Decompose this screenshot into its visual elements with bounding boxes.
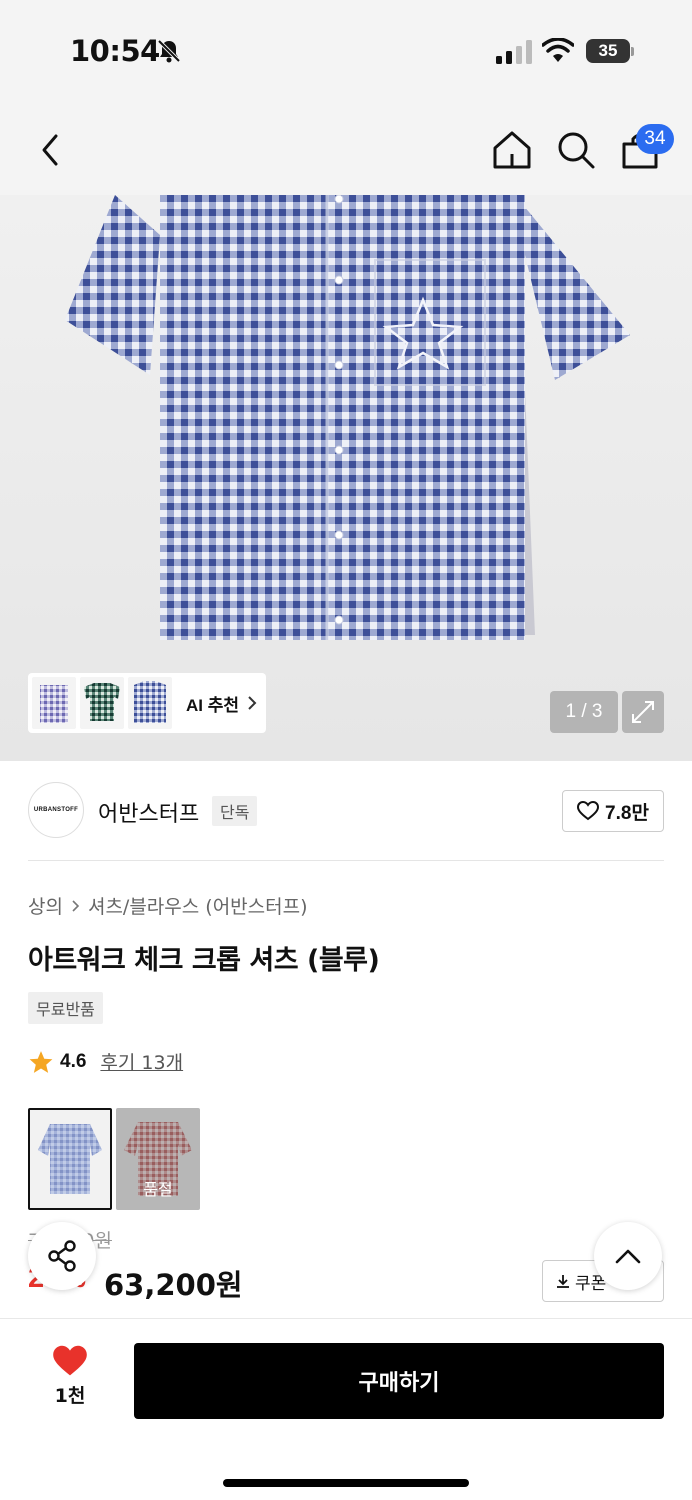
heart-filled-icon xyxy=(53,1345,87,1376)
signal-icon xyxy=(496,40,532,64)
product-title: 아트워크 체크 크롭 셔츠 (블루) xyxy=(28,945,380,976)
search-icon[interactable] xyxy=(554,128,598,172)
expand-button[interactable] xyxy=(622,691,664,733)
brand-like-button[interactable]: 7.8만 xyxy=(562,790,664,832)
brand-like-count: 7.8만 xyxy=(605,802,649,824)
status-bar: 10:54 35 xyxy=(0,0,692,100)
product-image-gallery[interactable]: AI 추천 1 / 3 xyxy=(0,195,692,761)
review-link[interactable]: 후기 13개 xyxy=(100,1048,183,1075)
star-icon xyxy=(29,1050,53,1073)
expand-icon xyxy=(632,701,654,723)
divider xyxy=(28,860,664,861)
brand-row[interactable]: URBANSTOFF 어반스터프 단독 7.8만 xyxy=(28,782,664,840)
home-indicator xyxy=(223,1479,469,1487)
scroll-top-button[interactable] xyxy=(594,1222,662,1290)
back-arrow-icon[interactable] xyxy=(30,128,74,172)
free-return-badge: 무료반품 xyxy=(28,992,103,1024)
share-button[interactable] xyxy=(28,1222,96,1290)
ai-recommend-label: AI 추천 xyxy=(186,695,240,715)
heart-outline-icon xyxy=(577,801,600,821)
top-nav: 34 xyxy=(0,100,692,200)
wifi-icon xyxy=(542,38,574,62)
brand-logo[interactable]: URBANSTOFF xyxy=(28,782,84,838)
ai-recommend-link[interactable]: AI 추천 xyxy=(186,691,257,716)
rating-value: 4.6 xyxy=(60,1050,87,1072)
exclusive-tag: 단독 xyxy=(212,796,258,826)
battery-icon: 35 xyxy=(586,38,634,64)
bell-off-icon xyxy=(157,39,181,63)
cart-count-badge: 34 xyxy=(636,124,674,154)
breadcrumb-item-subcategory[interactable]: 셔츠/블라우스 (어반스터프) xyxy=(88,892,308,919)
chevron-right-icon xyxy=(72,899,80,912)
status-time: 10:54 xyxy=(70,34,160,68)
wishlist-count: 1천 xyxy=(54,1385,86,1407)
soldout-label: 품절 xyxy=(143,1180,173,1199)
rating-row: 4.6 후기 13개 xyxy=(28,1048,183,1075)
ai-recommendation-strip[interactable]: AI 추천 xyxy=(28,673,266,733)
chevron-right-icon xyxy=(248,696,257,710)
ai-thumb-2[interactable] xyxy=(80,677,124,729)
home-icon[interactable] xyxy=(490,128,534,172)
battery-level: 35 xyxy=(586,39,630,63)
brand-name[interactable]: 어반스터프 xyxy=(98,796,199,828)
breadcrumb: 상의 셔츠/블라우스 (어반스터프) xyxy=(28,892,308,919)
bottom-action-bar: 1천 구매하기 xyxy=(0,1318,692,1500)
image-counter: 1 / 3 xyxy=(550,691,618,733)
sale-price: 63,200원 xyxy=(104,1268,243,1302)
wishlist-button[interactable]: 1천 xyxy=(40,1345,100,1408)
breadcrumb-item-category[interactable]: 상의 xyxy=(28,892,63,919)
brand-logo-text: URBANSTOFF xyxy=(33,807,79,813)
ai-thumb-3[interactable] xyxy=(128,677,172,729)
blue-shirt-thumb xyxy=(30,1110,110,1208)
chevron-up-icon xyxy=(615,1249,641,1264)
share-icon xyxy=(48,1240,76,1272)
color-option-blue[interactable] xyxy=(28,1108,112,1210)
color-options: 품절 xyxy=(28,1108,200,1210)
download-icon xyxy=(557,1275,569,1288)
ai-thumb-1[interactable] xyxy=(32,677,76,729)
color-option-red[interactable]: 품절 xyxy=(116,1108,200,1210)
product-image xyxy=(65,195,630,640)
buy-button[interactable]: 구매하기 xyxy=(134,1343,664,1419)
